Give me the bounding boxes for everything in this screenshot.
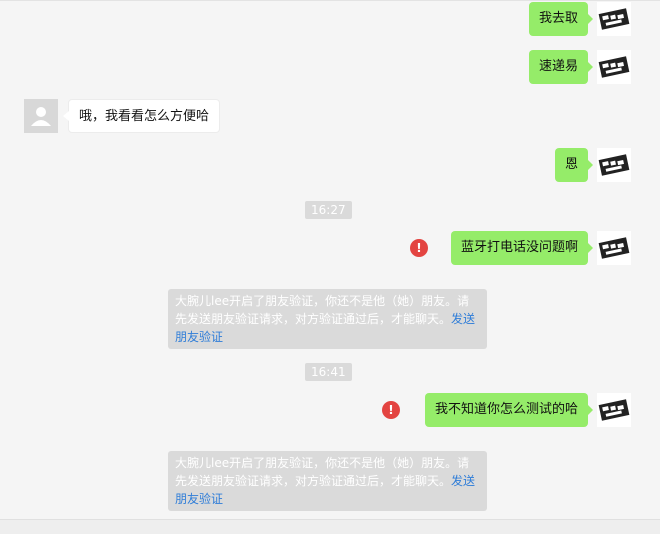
- input-area-divider: [0, 519, 660, 534]
- avatar[interactable]: [597, 231, 631, 265]
- timestamp: 16:27: [305, 201, 352, 219]
- message-bubble-outgoing[interactable]: 恩: [554, 148, 594, 182]
- avatar[interactable]: [597, 50, 631, 84]
- user-avatar-icon: [598, 399, 630, 421]
- notice-text: 大腕儿lee开启了朋友验证，你还不是他（她）朋友。请先发送朋友验证请求，对方验证…: [175, 294, 470, 326]
- avatar[interactable]: [597, 393, 631, 427]
- top-divider: [0, 0, 660, 1]
- friend-verification-notice: 大腕儿lee开启了朋友验证，你还不是他（她）朋友。请先发送朋友验证请求，对方验证…: [168, 451, 487, 511]
- user-avatar-icon: [598, 237, 630, 259]
- avatar[interactable]: [597, 148, 631, 182]
- person-placeholder-icon: [31, 107, 51, 126]
- user-avatar-icon: [598, 56, 630, 78]
- message-bubble-incoming[interactable]: 哦，我看看怎么方便哈: [62, 99, 221, 133]
- contact-avatar[interactable]: [24, 99, 58, 133]
- message-bubble-outgoing[interactable]: 我去取: [528, 2, 594, 36]
- message-bubble-outgoing[interactable]: 速递易: [528, 50, 594, 84]
- send-failed-icon[interactable]: !: [410, 239, 428, 257]
- notice-text: 大腕儿lee开启了朋友验证，你还不是他（她）朋友。请先发送朋友验证请求，对方验证…: [175, 456, 470, 488]
- message-bubble-outgoing[interactable]: 蓝牙打电话没问题啊: [450, 231, 594, 265]
- send-failed-icon[interactable]: !: [382, 401, 400, 419]
- timestamp: 16:41: [305, 363, 352, 381]
- user-avatar-icon: [598, 154, 630, 176]
- user-avatar-icon: [598, 8, 630, 30]
- avatar[interactable]: [597, 2, 631, 36]
- message-bubble-outgoing[interactable]: 我不知道你怎么测试的哈: [424, 393, 594, 427]
- friend-verification-notice: 大腕儿lee开启了朋友验证，你还不是他（她）朋友。请先发送朋友验证请求，对方验证…: [168, 289, 487, 349]
